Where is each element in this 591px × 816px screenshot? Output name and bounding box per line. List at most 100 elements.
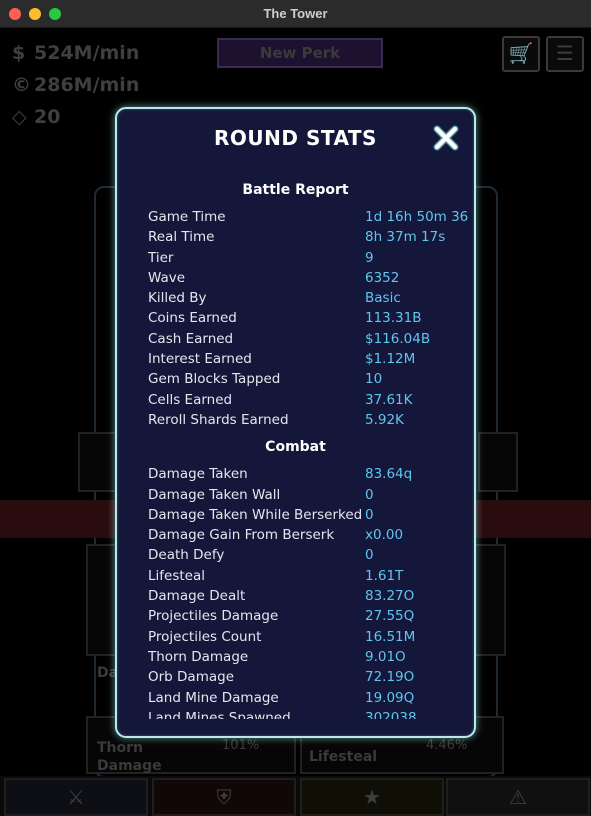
stat-value: 10 xyxy=(365,371,383,388)
stat-row: Lifesteal 1.61T xyxy=(117,566,474,586)
bottom-tab-bar: ⚔ ⛨ ★ ⚠ xyxy=(0,776,591,816)
tab-ultimate[interactable]: ⚠ xyxy=(446,778,590,816)
stat-label: Cells Earned xyxy=(148,391,233,408)
stat-value: x0.00 xyxy=(365,527,404,544)
stat-row: Damage Gain From Berserk x0.00 xyxy=(117,525,474,545)
section-title: Combat xyxy=(265,439,326,456)
stat-row: Interest Earned $1.12M xyxy=(117,349,474,369)
stat-value: $1.12M xyxy=(365,351,416,368)
thorn-upgrade-label: Thorn Damage xyxy=(97,740,162,774)
stat-label: Coins Earned xyxy=(148,310,237,327)
new-perk-button[interactable]: New Perk xyxy=(217,38,383,68)
stat-label: Projectiles Damage xyxy=(148,608,279,625)
stat-row: Killed By Basic xyxy=(117,288,474,308)
stat-row: Gem Blocks Tapped 10 xyxy=(117,369,474,389)
shield-icon: ⛨ xyxy=(216,785,232,809)
stat-value: Basic xyxy=(365,290,401,307)
round-stats-modal: ROUND STATS Battle Report Game Time 1d 16h… xyxy=(115,107,476,738)
stat-label: Tier xyxy=(148,249,174,266)
stat-value: 8h 37m 17s xyxy=(365,229,446,246)
stat-label: Lifesteal xyxy=(148,567,205,584)
stat-row: Damage Taken While Berserked 0 xyxy=(117,505,474,525)
stat-row: Wave 6352 xyxy=(117,268,474,288)
stat-label: Gem Blocks Tapped xyxy=(148,371,281,388)
menu-icon[interactable]: ☰ xyxy=(546,36,584,72)
stat-value: 37.61K xyxy=(365,391,413,408)
stat-row: Death Defy 0 xyxy=(117,545,474,565)
stat-row: Thorn Damage 9.01O xyxy=(117,647,474,667)
stat-label: Game Time xyxy=(148,209,226,225)
stat-value: 113.31B xyxy=(365,310,422,327)
coin-rate: © 286M/min xyxy=(12,74,140,96)
stat-value: 0 xyxy=(365,506,374,523)
stat-row: Cash Earned $116.04B xyxy=(117,329,474,349)
stat-label: Death Defy xyxy=(148,547,225,564)
stat-label: Damage Dealt xyxy=(148,588,246,605)
stat-label: Orb Damage xyxy=(148,669,235,686)
stat-label: Wave xyxy=(148,269,186,286)
stat-label: Land Mines Spawned xyxy=(148,709,291,719)
stat-value: 19.09Q xyxy=(365,689,415,706)
cart-icon[interactable]: 🛒 xyxy=(502,36,540,72)
app-window: The Tower $524M/min © 286M/min ◇ 20 New Pe… xyxy=(0,0,591,816)
stats-scroll-area[interactable]: Battle Report Game Time 1d 16h 50m 36 Real … xyxy=(117,177,474,719)
tab-defense[interactable]: ⛨ xyxy=(152,778,296,816)
upgrade-slot[interactable] xyxy=(78,432,118,492)
warning-icon: ⚠ xyxy=(509,785,527,809)
gem-count: ◇ 20 xyxy=(12,106,61,128)
tab-utility[interactable]: ★ xyxy=(300,778,444,816)
stat-label: Killed By xyxy=(148,290,207,307)
stat-row: Tier 9 xyxy=(117,248,474,268)
stat-row: Damage Taken 83.64q xyxy=(117,464,474,484)
stat-value: 5.92K xyxy=(365,411,404,428)
stat-label: Damage Taken Wall xyxy=(148,486,281,503)
stat-row: Coins Earned 113.31B xyxy=(117,308,474,328)
coin-icon: © xyxy=(12,74,31,96)
upgrade-slot[interactable] xyxy=(472,544,506,656)
close-icon[interactable] xyxy=(433,125,459,151)
stat-row: Land Mines Spawned 302038 xyxy=(117,708,474,719)
upgrade-slot[interactable] xyxy=(478,432,518,492)
stat-value: 72.19O xyxy=(365,669,415,686)
title-bar: The Tower xyxy=(0,0,591,28)
stat-label: Damage Taken xyxy=(148,466,248,483)
stat-value: 9.01O xyxy=(365,648,406,665)
cash-rate: $524M/min xyxy=(12,42,140,64)
stat-label: Damage Taken While Berserked xyxy=(148,506,363,523)
stat-value: 1.61T xyxy=(365,567,404,584)
stat-row: Projectiles Count 16.51M xyxy=(117,627,474,647)
lifesteal-upgrade-value: 4.46% xyxy=(426,738,468,753)
stat-row: Damage Dealt 83.27O xyxy=(117,586,474,606)
stat-label: Cash Earned xyxy=(148,330,234,347)
lifesteal-upgrade-label: Lifesteal xyxy=(309,749,378,765)
tab-attack[interactable]: ⚔ xyxy=(4,778,148,816)
star-icon: ★ xyxy=(363,785,381,809)
modal-title: ROUND STATS xyxy=(214,126,377,150)
sword-icon: ⚔ xyxy=(67,785,85,809)
stat-label: Reroll Shards Earned xyxy=(148,411,289,428)
stat-value: 1d 16h 50m 36 xyxy=(365,209,469,225)
stat-value: 83.27O xyxy=(365,588,415,605)
window-title: The Tower xyxy=(263,6,328,21)
stat-row: Cells Earned 37.61K xyxy=(117,390,474,410)
stat-value: 83.64q xyxy=(365,466,413,483)
stat-row: Damage Taken Wall 0 xyxy=(117,485,474,505)
stat-label: Projectiles Count xyxy=(148,628,262,645)
stat-row: Orb Damage 72.19O xyxy=(117,667,474,687)
section-title: Battle Report xyxy=(242,182,349,198)
stat-row: Land Mine Damage 19.09Q xyxy=(117,688,474,708)
stat-value: $116.04B xyxy=(365,330,431,347)
stat-value: 27.55Q xyxy=(365,608,415,625)
thorn-upgrade-value: 101% xyxy=(222,738,260,753)
stat-label: Damage Gain From Berserk xyxy=(148,527,335,544)
stat-row: Real Time 8h 37m 17s xyxy=(117,227,474,247)
stat-row: Game Time 1d 16h 50m 36 xyxy=(117,207,474,227)
stat-value: 0 xyxy=(365,486,374,503)
stat-row: Reroll Shards Earned 5.92K xyxy=(117,410,474,430)
stat-value: 9 xyxy=(365,249,374,266)
stat-label: Interest Earned xyxy=(148,351,252,368)
stat-value: 16.51M xyxy=(365,628,416,645)
dollar-icon: $ xyxy=(12,42,26,64)
gem-icon: ◇ xyxy=(12,106,27,128)
stat-value: 6352 xyxy=(365,269,400,286)
